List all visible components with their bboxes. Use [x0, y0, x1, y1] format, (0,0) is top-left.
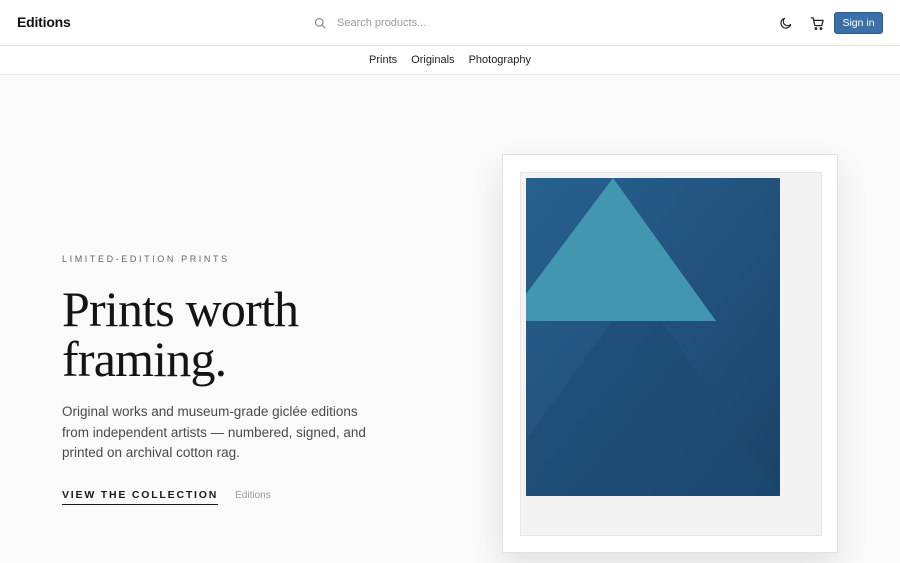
hero-headline-line-2: framing. — [62, 331, 227, 387]
hero-headline: Prints worth framing. — [62, 284, 422, 384]
view-collection-link[interactable]: VIEW THE COLLECTION — [62, 489, 219, 505]
search-bar[interactable] — [308, 10, 608, 36]
search-input[interactable] — [337, 17, 597, 29]
hero-subcopy: Original works and museum-grade giclée e… — [62, 404, 366, 460]
cart-icon[interactable] — [808, 14, 826, 32]
nav-item-photography[interactable]: Photography — [469, 54, 531, 66]
hero-text: LIMITED-EDITION PRINTS Prints worth fram… — [62, 254, 422, 464]
nav-item-originals[interactable]: Originals — [411, 54, 454, 66]
hero-eyebrow: LIMITED-EDITION PRINTS — [62, 254, 230, 264]
sign-in-button[interactable]: Sign in — [834, 12, 883, 34]
top-bar: Editions Sign in — [0, 0, 900, 46]
moon-icon[interactable] — [777, 14, 795, 32]
hero-headline-line-1: Prints worth — [62, 281, 299, 337]
framed-print[interactable] — [502, 154, 838, 553]
category-nav: Prints Originals Photography — [0, 46, 900, 75]
nav-item-prints[interactable]: Prints — [369, 54, 397, 66]
brand-logo[interactable]: Editions — [17, 14, 71, 30]
search-icon — [314, 15, 330, 31]
hero-cta-row: VIEW THE COLLECTION Editions — [62, 489, 271, 505]
editions-link[interactable]: Editions — [235, 490, 271, 501]
artwork-image — [526, 178, 780, 496]
